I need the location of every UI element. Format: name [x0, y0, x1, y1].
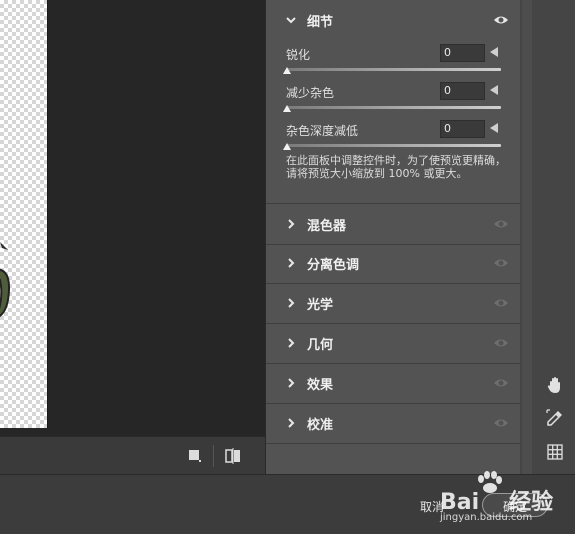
section-calibration-header[interactable]: 校准	[266, 403, 521, 444]
image-preview[interactable]	[0, 0, 48, 428]
chevron-right-icon	[288, 418, 295, 428]
slider-handle[interactable]	[283, 105, 291, 112]
canvas-footer	[0, 436, 265, 475]
section-detail-title: 细节	[307, 15, 334, 30]
chevron-right-icon	[288, 298, 295, 308]
section-optics-header[interactable]: 光学	[266, 283, 521, 324]
slider-label: 杂色深度减低	[286, 124, 359, 138]
hand-icon[interactable]	[544, 374, 566, 396]
slider-track[interactable]	[286, 106, 501, 109]
subject-shape	[0, 242, 11, 318]
view-mode-icon[interactable]	[184, 445, 206, 467]
section-split-toning-header[interactable]: 分离色调	[266, 243, 521, 284]
reset-arrow-icon[interactable]	[490, 123, 498, 133]
section-geometry-header[interactable]: 几何	[266, 323, 521, 364]
baidu-watermark: Bai 经验 jingyan.baidu.com	[440, 470, 575, 533]
eye-icon[interactable]	[493, 296, 509, 310]
slider-value-field[interactable]: 0	[440, 82, 485, 100]
slider-label: 减少杂色	[286, 86, 335, 100]
section-detail-header[interactable]: 细节	[266, 0, 521, 40]
adjustment-panel: 细节 锐化 0 减少杂色 0 杂色深度减低 0 在此面板中调整控件时，为了使预览…	[265, 0, 521, 474]
eye-icon[interactable]	[493, 416, 509, 430]
eye-icon[interactable]	[493, 217, 509, 231]
grid-icon[interactable]	[544, 441, 566, 463]
section-title: 混色器	[307, 219, 347, 234]
eye-icon[interactable]	[493, 376, 509, 390]
color-sampler-icon[interactable]	[544, 407, 566, 429]
slider-handle[interactable]	[283, 143, 291, 150]
slider-label: 锐化	[286, 48, 311, 62]
section-title: 几何	[307, 338, 334, 353]
slider-value-field[interactable]: 0	[440, 120, 485, 138]
slider-track[interactable]	[286, 144, 501, 147]
before-after-icon[interactable]	[222, 445, 244, 467]
chevron-right-icon	[288, 258, 295, 268]
panel-scrollbar[interactable]	[520, 0, 534, 474]
chevron-right-icon	[288, 219, 295, 229]
slider-noise-reduction: 减少杂色 0	[283, 80, 501, 118]
zoom-hint-text: 在此面板中调整控件时，为了使预览更精确，请将预览大小缩放到 100% 或更大。	[286, 154, 506, 180]
eye-icon[interactable]	[493, 336, 509, 350]
slider-value-field[interactable]: 0	[440, 44, 485, 62]
eye-icon[interactable]	[493, 256, 509, 270]
reset-arrow-icon[interactable]	[490, 47, 498, 57]
slider-handle[interactable]	[283, 67, 291, 74]
eye-icon[interactable]	[493, 13, 509, 27]
reset-arrow-icon[interactable]	[490, 85, 498, 95]
section-mixer-header[interactable]: 混色器	[266, 203, 521, 245]
chevron-right-icon	[288, 338, 295, 348]
section-title: 分离色调	[307, 258, 360, 273]
tools-rail	[534, 0, 575, 474]
chevron-down-icon	[286, 17, 296, 24]
section-title: 校准	[307, 418, 334, 433]
slider-sharpen: 锐化 0	[283, 42, 501, 80]
slider-color-noise-reduction: 杂色深度减低 0	[283, 118, 501, 156]
section-title: 光学	[307, 298, 334, 313]
scrollbar-thumb[interactable]	[522, 0, 532, 474]
section-effects-header[interactable]: 效果	[266, 363, 521, 404]
section-title: 效果	[307, 378, 334, 393]
canvas-area[interactable]	[0, 0, 265, 436]
footer-divider	[213, 445, 214, 467]
watermark-url: jingyan.baidu.com	[440, 512, 533, 523]
slider-track[interactable]	[286, 68, 501, 71]
chevron-right-icon	[288, 378, 295, 388]
